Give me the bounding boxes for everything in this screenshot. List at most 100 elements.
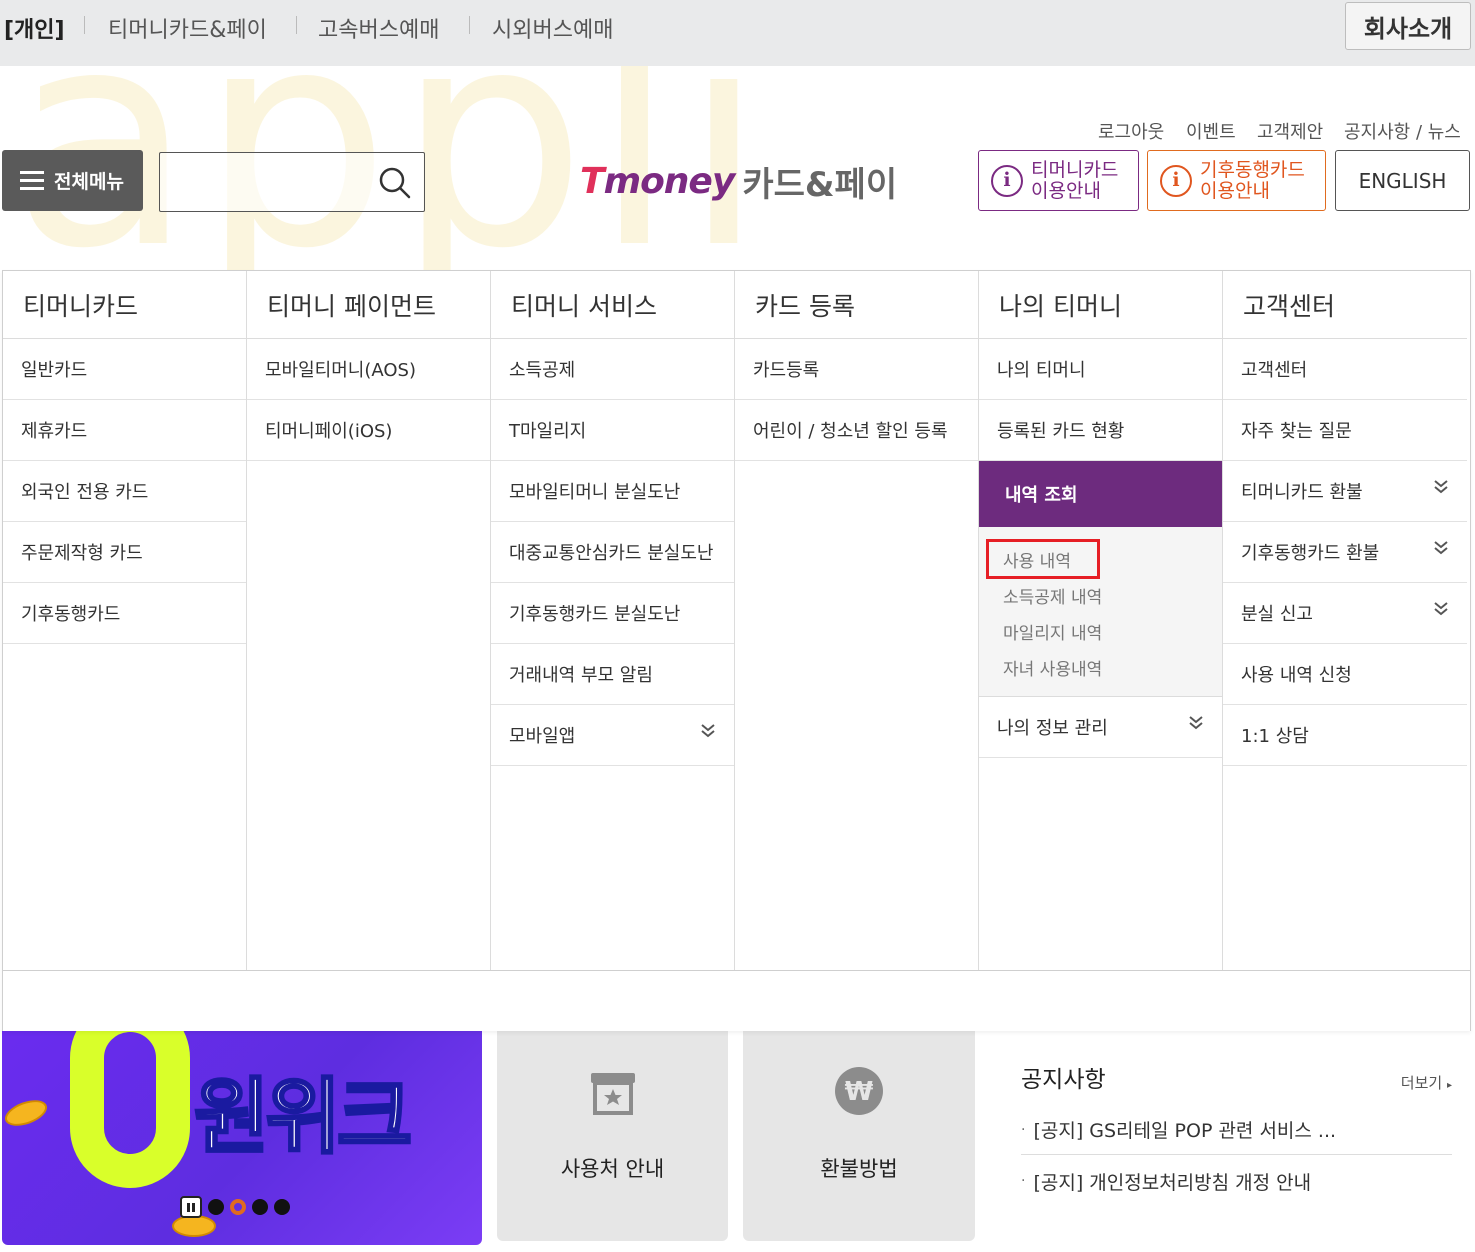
menu-item[interactable]: 나의 티머니 [979, 339, 1222, 400]
english-button[interactable]: ENGLISH [1335, 150, 1470, 211]
menu-item-label: 나의 정보 관리 [997, 718, 1108, 739]
slide-dot[interactable] [274, 1199, 290, 1215]
double-chevron-down-icon[interactable] [700, 723, 716, 739]
menu-item[interactable]: 소득공제 [491, 339, 734, 400]
menu-item-history-active[interactable]: 내역 조회 [979, 461, 1222, 527]
menu-column-title[interactable]: 티머니 페이먼트 [247, 271, 490, 339]
menu-column-title[interactable]: 나의 티머니 [979, 271, 1222, 339]
menu-item[interactable]: 제휴카드 [3, 400, 246, 461]
menu-item-tmoney-refund[interactable]: 티머니카드 환불 [1223, 461, 1467, 522]
company-intro-button[interactable]: 회사소개 [1345, 2, 1471, 50]
menu-column-title[interactable]: 고객센터 [1223, 271, 1467, 339]
divider [469, 16, 470, 34]
menu-item[interactable]: T마일리지 [491, 400, 734, 461]
menu-item[interactable]: 1:1 상담 [1223, 705, 1467, 766]
menu-column-title[interactable]: 티머니 서비스 [491, 271, 734, 339]
all-menu-button[interactable]: 전체메뉴 [2, 150, 143, 211]
store-icon [590, 1073, 635, 1115]
suggestion-link[interactable]: 고객제안 [1257, 118, 1323, 144]
notice-row-text: [공지] 개인정보처리방침 개정 안내 [1033, 1171, 1312, 1194]
menu-column-card-register: 카드 등록 카드등록 어린이 / 청소년 할인 등록 [735, 271, 979, 970]
refund-method-label: 환불방법 [820, 1157, 898, 1181]
guide-line-1: 기후동행카드 [1200, 158, 1305, 181]
divider [84, 16, 85, 34]
tmoney-card-guide-button[interactable]: i 티머니카드 이용안내 [978, 150, 1139, 211]
notice-row-text: [공지] GS리테일 POP 관련 서비스 ... [1033, 1120, 1337, 1142]
notice-row[interactable]: · [공지] GS리테일 POP 관련 서비스 ... [1021, 1105, 1452, 1155]
logo-suffix: 카드&페이 [742, 164, 898, 205]
slide-dot[interactable] [208, 1199, 224, 1215]
notice-news-link[interactable]: 공지사항 / 뉴스 [1344, 118, 1461, 144]
slide-dot[interactable] [252, 1199, 268, 1215]
menu-item[interactable]: 티머니페이(iOS) [247, 400, 490, 461]
menu-item[interactable]: 거래내역 부모 알림 [491, 644, 734, 705]
pause-icon[interactable] [180, 1196, 202, 1218]
bullet-icon: · [1021, 1173, 1026, 1189]
submenu-usage-history[interactable]: 사용 내역 [986, 539, 1100, 579]
menu-item[interactable]: 기후동행카드 분실도난 [491, 583, 734, 644]
notice-more-link[interactable]: 더보기 ▸ [1401, 1072, 1452, 1093]
logo-initial: T [580, 160, 605, 202]
menu-item[interactable]: 등록된 카드 현황 [979, 400, 1222, 461]
submenu-item[interactable]: 자녀 사용내역 [1003, 649, 1222, 685]
climate-card-guide-button[interactable]: i 기후동행카드 이용안내 [1147, 150, 1326, 211]
bullet-icon: · [1021, 1121, 1026, 1138]
submenu-item[interactable]: 마일리지 내역 [1003, 613, 1222, 649]
topbar-personal[interactable]: [개인] [4, 12, 65, 44]
menu-item[interactable]: 기후동행카드 [3, 583, 246, 644]
refund-method-tile[interactable]: ₩ 환불방법 [743, 1010, 975, 1241]
menu-item[interactable]: 사용 내역 신청 [1223, 644, 1467, 705]
double-chevron-down-icon[interactable] [1433, 479, 1449, 495]
hamburger-icon [20, 170, 44, 191]
menu-item[interactable]: 모바일티머니(AOS) [247, 339, 490, 400]
menu-item-climate-refund[interactable]: 기후동행카드 환불 [1223, 522, 1467, 583]
chevron-right-icon: ▸ [1446, 1080, 1452, 1091]
double-chevron-down-icon[interactable] [1188, 715, 1204, 731]
mega-menu: 티머니카드 일반카드 제휴카드 외국인 전용 카드 주문제작형 카드 기후동행카… [2, 270, 1471, 1031]
menu-item[interactable]: 대중교통안심카드 분실도난 [491, 522, 734, 583]
all-menu-label: 전체메뉴 [54, 171, 124, 193]
event-link[interactable]: 이벤트 [1186, 118, 1236, 144]
store-guide-label: 사용처 안내 [560, 1157, 665, 1181]
won-coin-icon: ₩ [835, 1067, 883, 1115]
info-icon: i [1160, 164, 1192, 197]
menu-item[interactable]: 모바일티머니 분실도난 [491, 461, 734, 522]
notice-row[interactable]: · [공지] 개인정보처리방침 개정 안내 [1021, 1156, 1452, 1206]
tmoney-logo[interactable]: Tmoney 카드&페이 [580, 156, 897, 206]
promo-banner[interactable]: 원위크 [2, 1010, 482, 1245]
menu-item[interactable]: 주문제작형 카드 [3, 522, 246, 583]
topbar-tmoney-card-pay[interactable]: 티머니카드&페이 [108, 12, 267, 44]
menu-item-label: 기후동행카드 환불 [1241, 543, 1380, 564]
coin-graphic [172, 1215, 216, 1237]
banner-text: 원위크 [192, 1069, 413, 1167]
info-icon: i [991, 164, 1023, 197]
menu-item[interactable]: 카드등록 [735, 339, 978, 400]
notice-title: 공지사항 [1021, 1067, 1106, 1093]
menu-column-title[interactable]: 티머니카드 [3, 271, 246, 339]
menu-item-loss-report[interactable]: 분실 신고 [1223, 583, 1467, 644]
menu-item[interactable]: 외국인 전용 카드 [3, 461, 246, 522]
slide-dot-active[interactable] [230, 1199, 246, 1215]
menu-item-my-info[interactable]: 나의 정보 관리 [979, 697, 1222, 758]
topbar-express-bus[interactable]: 고속버스예매 [318, 12, 439, 44]
menu-column-title[interactable]: 카드 등록 [735, 271, 978, 339]
menu-item-mobile-app[interactable]: 모바일앱 [491, 705, 734, 766]
menu-column-customer-center: 고객센터 고객센터 자주 찾는 질문 티머니카드 환불 기후동행카드 환불 분실… [1223, 271, 1467, 970]
double-chevron-down-icon[interactable] [1433, 540, 1449, 556]
menu-item[interactable]: 어린이 / 청소년 할인 등록 [735, 400, 978, 461]
menu-item[interactable]: 자주 찾는 질문 [1223, 400, 1467, 461]
double-chevron-down-icon[interactable] [1433, 601, 1449, 617]
topbar-intercity-bus[interactable]: 시외버스예매 [492, 12, 613, 44]
menu-item[interactable]: 일반카드 [3, 339, 246, 400]
menu-item[interactable]: 고객센터 [1223, 339, 1467, 400]
logout-link[interactable]: 로그아웃 [1098, 118, 1164, 144]
logo-brand: money [603, 160, 736, 202]
menu-item-label: 분실 신고 [1241, 604, 1313, 625]
svg-text:₩: ₩ [845, 1077, 874, 1107]
search-icon[interactable] [378, 166, 412, 200]
guide-line-2: 이용안내 [1200, 179, 1270, 202]
search-input[interactable] [159, 152, 425, 212]
store-guide-tile[interactable]: 사용처 안내 [497, 1010, 728, 1241]
submenu-item[interactable]: 소득공제 내역 [1003, 577, 1222, 613]
notice-section: 공지사항 더보기 ▸ · [공지] GS리테일 POP 관련 서비스 ... ·… [1021, 1060, 1452, 1194]
